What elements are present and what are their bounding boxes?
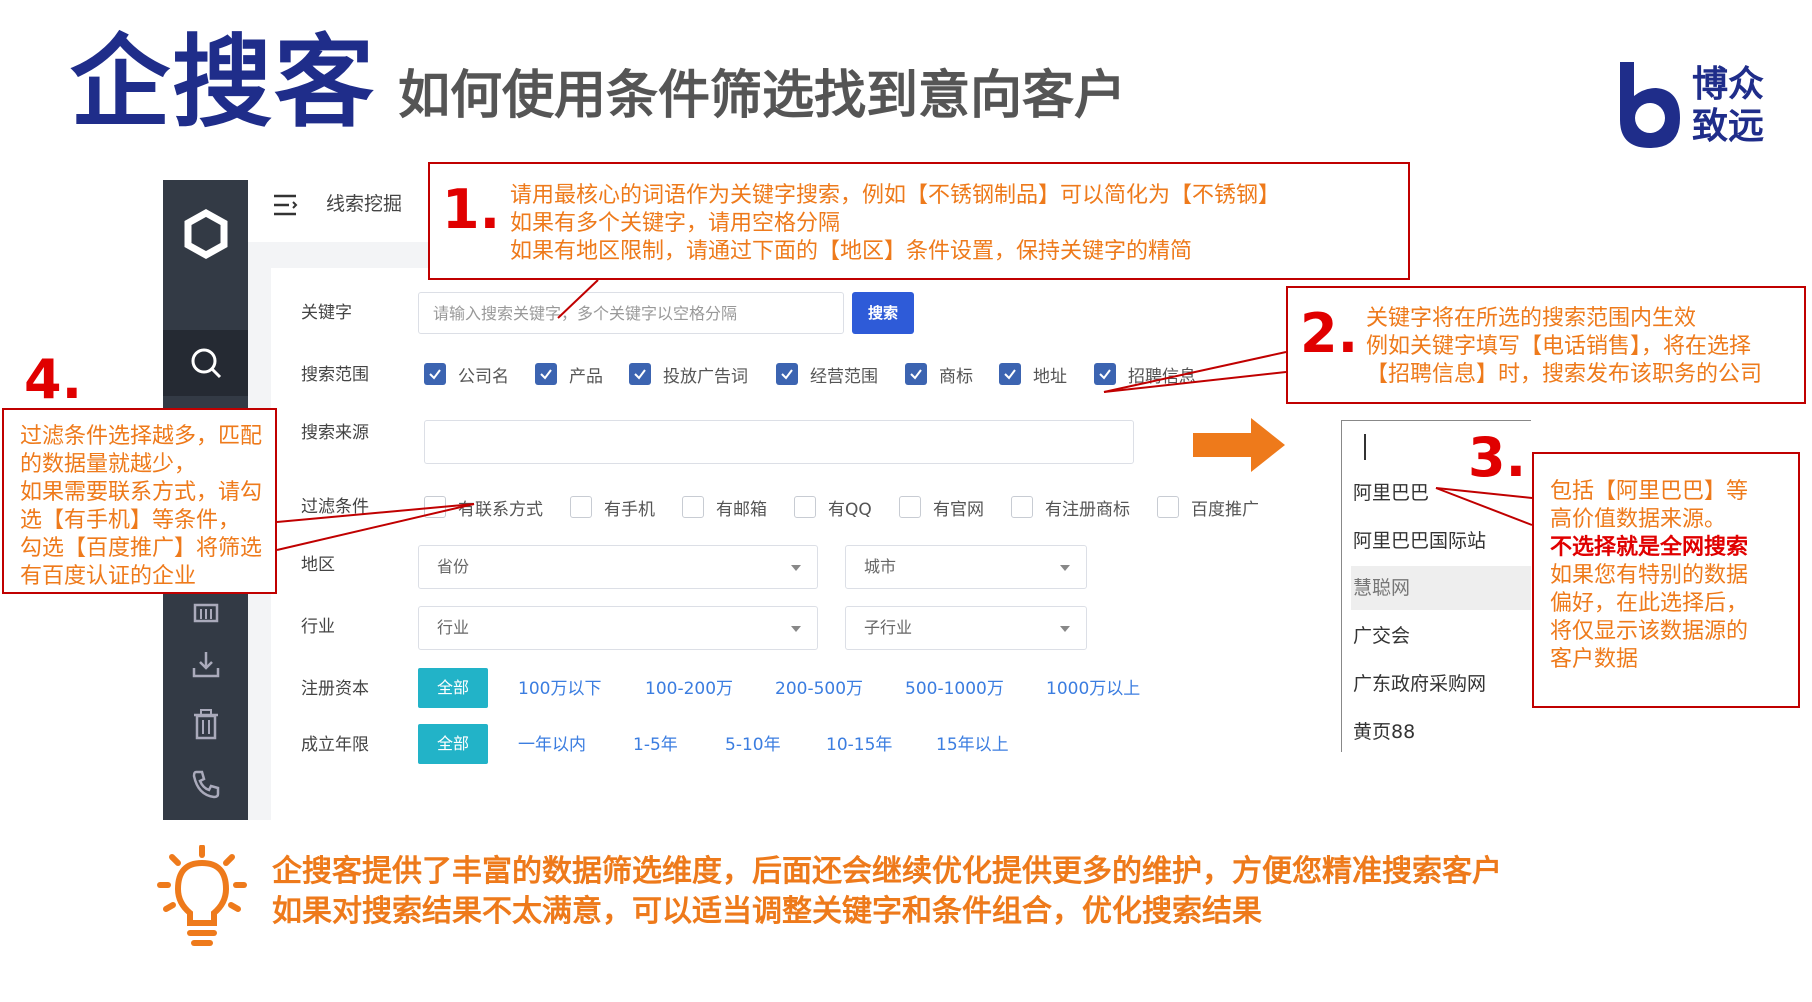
checkbox-checked-icon <box>1094 363 1116 385</box>
source-select[interactable] <box>424 420 1134 464</box>
source-option-hovered[interactable]: 慧聪网 <box>1351 566 1531 610</box>
callout-2-line: 【招聘信息】时，搜索发布该职务的公司 <box>1366 362 1763 387</box>
callout-1-line: 如果有地区限制，请通过下面的【地区】条件设置，保持关键字的精简 <box>510 239 1193 264</box>
callout-1-line: 如果有多个关键字，请用空格分隔 <box>510 211 841 236</box>
callout-4-line: 过滤条件选择越多，匹配 <box>20 424 263 449</box>
callout-2-line: 关键字将在所选的搜索范围内生效 <box>1366 306 1697 331</box>
age-tag[interactable]: 1-5年 <box>633 733 678 757</box>
age-tag[interactable]: 一年以内 <box>518 733 586 757</box>
logo-b-icon <box>1620 62 1680 148</box>
source-option[interactable]: 黄页88 <box>1351 710 1531 754</box>
source-option[interactable]: 阿里巴巴国际站 <box>1351 519 1531 563</box>
filter-checkbox-contact[interactable]: 有联系方式 <box>424 494 543 520</box>
logo-line2: 致远 <box>1692 106 1765 147</box>
callout-3-line: 偏好，在此选择后， <box>1550 591 1749 616</box>
callout-3-number: 3. <box>1468 426 1527 489</box>
capital-tag[interactable]: 100万以下 <box>518 677 601 701</box>
callout-2-number: 2. <box>1300 302 1359 365</box>
filter-label: 过滤条件 <box>301 497 369 517</box>
capital-label: 注册资本 <box>301 679 369 699</box>
age-tag[interactable]: 5-10年 <box>725 733 781 757</box>
tip-line1: 企搜客提供了丰富的数据筛选维度，后面还会继续优化提供更多的维护，方便您精准搜索客… <box>272 854 1502 889</box>
filter-checkbox-website[interactable]: 有官网 <box>899 494 984 520</box>
region-label: 地区 <box>301 555 335 575</box>
checkbox-checked-icon <box>535 363 557 385</box>
source-label: 搜索来源 <box>301 423 369 443</box>
callout-3-line: 客户数据 <box>1550 647 1639 672</box>
subindustry-select[interactable]: 子行业 <box>845 606 1087 650</box>
checkbox-checked-icon <box>424 363 446 385</box>
callout-4-line: 有百度认证的企业 <box>20 564 197 589</box>
callout-4-line: 如果需要联系方式，请勾 <box>20 480 263 505</box>
trash-icon[interactable] <box>163 696 248 752</box>
checkbox-checked-icon <box>999 363 1021 385</box>
tip-line2: 如果对搜索结果不太满意，可以适当调整关键字和条件组合，优化搜索结果 <box>272 894 1262 929</box>
callout-3-line: 将仅显示该数据源的 <box>1550 619 1749 644</box>
capital-tag[interactable]: 200-500万 <box>775 677 863 701</box>
keyword-input[interactable] <box>418 292 844 334</box>
logo-text: 博众 致远 <box>1692 64 1764 148</box>
capital-tag[interactable]: 100-200万 <box>645 677 733 701</box>
industry-label: 行业 <box>301 617 335 637</box>
scope-checkbox-trademark[interactable]: 商标 <box>905 361 973 387</box>
search-button[interactable]: 搜索 <box>852 292 914 334</box>
caret-down-icon <box>791 565 801 571</box>
callout-4-line: 的数据量就越少， <box>20 452 197 477</box>
scope-label: 搜索范围 <box>301 365 369 385</box>
tip-text: 企搜客提供了丰富的数据筛选维度，后面还会继续优化提供更多的维护，方便您精准搜索客… <box>272 852 1502 932</box>
checkbox-checked-icon <box>905 363 927 385</box>
age-label: 成立年限 <box>301 735 369 755</box>
callout-1-line: 请用最核心的词语作为关键字搜索，例如【不锈钢制品】可以简化为【不锈钢】 <box>510 183 1281 208</box>
city-select[interactable]: 城市 <box>845 545 1087 589</box>
industry-select[interactable]: 行业 <box>418 606 818 650</box>
lightbulb-icon <box>157 845 247 946</box>
callout-1-number: 1. <box>442 178 501 241</box>
scope-checkbox-product[interactable]: 产品 <box>535 361 603 387</box>
caret-down-icon <box>1060 626 1070 632</box>
callout-4-line: 选【有手机】等条件， <box>20 508 241 533</box>
brand-title: 企搜客 <box>70 24 376 141</box>
callout-4-number: 4. <box>24 348 83 411</box>
search-icon[interactable] <box>163 330 248 396</box>
arrow-right-icon <box>1193 418 1285 472</box>
filter-checkbox-email[interactable]: 有邮箱 <box>682 494 767 520</box>
scope-checkbox-address[interactable]: 地址 <box>999 361 1067 387</box>
download-icon[interactable] <box>163 636 248 692</box>
caret-down-icon <box>1060 565 1070 571</box>
callout-2-line: 例如关键字填写【电话销售】，将在选择 <box>1366 334 1752 359</box>
filter-checkbox-mobile[interactable]: 有手机 <box>570 494 655 520</box>
menu-toggle-icon[interactable] <box>272 192 302 218</box>
phone-icon[interactable] <box>163 756 248 812</box>
caret-down-icon <box>791 626 801 632</box>
slide-subtitle: 如何使用条件筛选找到意向客户 <box>398 66 1127 126</box>
checkbox-checked-icon <box>776 363 798 385</box>
age-tag[interactable]: 15年以上 <box>936 733 1009 757</box>
age-tag[interactable]: 10-15年 <box>826 733 892 757</box>
scope-checkbox-business-scope[interactable]: 经营范围 <box>776 361 878 387</box>
source-option[interactable]: 广交会 <box>1351 614 1531 658</box>
app-logo-icon <box>163 204 248 264</box>
filter-checkbox-qq[interactable]: 有QQ <box>794 494 872 520</box>
callout-3-line: 如果您有特别的数据 <box>1550 563 1749 588</box>
capital-tag-all[interactable]: 全部 <box>418 668 488 708</box>
filter-checkbox-trademark[interactable]: 有注册商标 <box>1011 494 1130 520</box>
province-select[interactable]: 省份 <box>418 545 818 589</box>
scope-checkbox-ad-words[interactable]: 投放广告词 <box>629 361 748 387</box>
callout-3-line: 高价值数据来源。 <box>1550 507 1727 532</box>
callout-4-line: 勾选【百度推广】将筛选 <box>20 536 263 561</box>
source-option[interactable]: 广东政府采购网 <box>1351 662 1531 706</box>
callout-3-line: 包括【阿里巴巴】等 <box>1550 479 1749 504</box>
capital-tag[interactable]: 500-1000万 <box>905 677 1004 701</box>
logo-line1: 博众 <box>1692 64 1765 105</box>
capital-tag[interactable]: 1000万以上 <box>1046 677 1140 701</box>
keyword-label: 关键字 <box>301 303 352 323</box>
scope-checkbox-recruitment[interactable]: 招聘信息 <box>1094 361 1196 387</box>
scope-checkbox-company[interactable]: 公司名 <box>424 361 509 387</box>
age-tag-all[interactable]: 全部 <box>418 724 488 764</box>
text-cursor <box>1364 434 1366 460</box>
checkbox-checked-icon <box>629 363 651 385</box>
callout-3-line-emphasis: 不选择就是全网搜索 <box>1550 535 1749 560</box>
breadcrumb[interactable]: 线索挖掘 <box>326 190 402 218</box>
filter-checkbox-baidu[interactable]: 百度推广 <box>1157 494 1259 520</box>
